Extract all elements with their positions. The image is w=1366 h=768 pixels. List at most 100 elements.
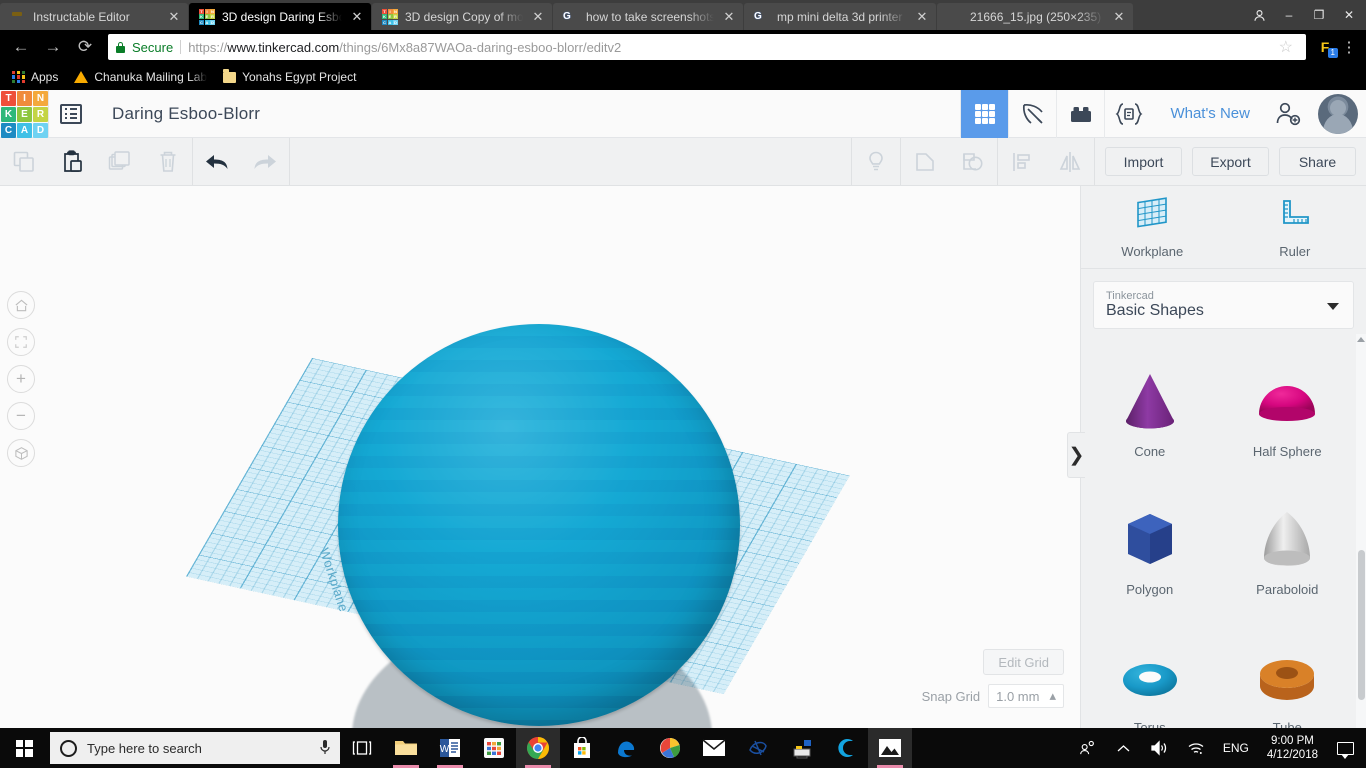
browser-tab[interactable]: how to take screenshots ✕ [553,3,743,30]
cura-icon[interactable] [824,728,868,768]
maximize-button[interactable]: ❐ [1304,2,1334,28]
lightbulb-icon[interactable] [852,138,900,185]
minimize-button[interactable]: – [1274,2,1304,28]
export-button[interactable]: Export [1192,147,1269,176]
bookmark-item[interactable]: Chanuka Mailing Lab [68,68,213,86]
3d-viewport[interactable]: Workplane + − Edit Grid Snap Grid 1.0 mm… [0,186,1080,728]
undo-icon[interactable] [193,138,241,185]
printer-icon[interactable] [780,728,824,768]
home-view-icon[interactable] [7,291,35,319]
drive-icon [74,71,89,83]
address-bar[interactable]: Secure https://www.tinkercad.com/things/… [108,34,1306,60]
brick-icon[interactable] [1056,89,1104,138]
word-icon[interactable]: W [428,728,472,768]
tab-close-icon[interactable]: ✕ [721,9,737,25]
zoom-in-icon[interactable]: + [7,365,35,393]
tinkercad-logo[interactable]: T I N K E R C A D [0,90,48,138]
browser-tab[interactable]: 21666_15.jpg (250×235) ✕ [937,3,1133,30]
edge-icon[interactable] [604,728,648,768]
clock[interactable]: 9:00 PM 4/12/2018 [1259,734,1326,762]
solid-shape-icon[interactable] [901,138,949,185]
shape-item-paraboloid[interactable]: Paraboloid [1219,486,1357,624]
large-sphere[interactable] [338,324,740,726]
mail-icon[interactable] [692,728,736,768]
start-button[interactable] [0,728,48,768]
import-button[interactable]: Import [1105,147,1182,176]
browser-tab[interactable]: Instructable Editor ✕ [0,3,188,30]
browser-toolbar: ← → ⟳ Secure https://www.tinkercad.com/t… [0,30,1366,64]
delete-icon[interactable] [144,138,192,185]
tab-title: mp mini delta 3d printer [777,9,903,24]
volume-icon[interactable] [1143,728,1177,768]
edit-grid-button[interactable]: Edit Grid [983,649,1064,675]
action-center-icon[interactable] [1328,728,1362,768]
tab-close-icon[interactable]: ✕ [349,9,365,25]
microphone-icon[interactable] [318,739,332,758]
extension-icon[interactable]: F 1 [1314,35,1338,59]
project-menu-button[interactable] [48,89,92,138]
bookmark-item[interactable]: Yonahs Egypt Project [217,68,362,86]
browser-tab[interactable]: mp mini delta 3d printer ✕ [744,3,936,30]
blocks-grid-icon[interactable] [960,89,1009,138]
chrome-menu-icon[interactable]: ⋮ [1338,38,1360,56]
language-indicator[interactable]: ENG [1215,741,1257,755]
picasa-icon[interactable] [648,728,692,768]
avatar[interactable] [1318,93,1358,134]
people-icon[interactable] [1071,728,1105,768]
taskbar-search[interactable]: Type here to search [50,732,340,764]
calculator-icon[interactable] [472,728,516,768]
ruler-tool[interactable]: Ruler [1224,186,1366,268]
tab-close-icon[interactable]: ✕ [1111,9,1127,25]
close-button[interactable]: ✕ [1334,2,1364,28]
ortho-perspective-icon[interactable] [7,439,35,467]
blender-icon[interactable] [736,728,780,768]
tab-close-icon[interactable]: ✕ [166,9,182,25]
whats-new-link[interactable]: What's New [1152,105,1264,122]
snap-grid-select[interactable]: 1.0 mm ▴ [988,684,1064,708]
chrome-icon[interactable] [516,728,560,768]
workplane-tool[interactable]: Workplane [1081,186,1224,268]
reload-button[interactable]: ⟳ [70,33,100,61]
duplicate-icon[interactable] [96,138,144,185]
add-user-icon[interactable] [1264,90,1312,138]
mirror-icon[interactable] [1046,138,1094,185]
shape-item-half-sphere[interactable]: Half Sphere [1219,348,1357,486]
clock-time: 9:00 PM [1271,735,1314,747]
fit-view-icon[interactable] [7,328,35,356]
share-button[interactable]: Share [1279,147,1356,176]
paste-icon[interactable] [48,138,96,185]
photos-icon[interactable] [868,728,912,768]
file-explorer-icon[interactable] [384,728,428,768]
shape-library-select[interactable]: Tinkercad Basic Shapes [1093,281,1354,329]
tab-close-icon[interactable]: ✕ [530,9,546,25]
bookmark-apps[interactable]: Apps [6,68,64,86]
task-view-icon[interactable] [340,728,384,768]
scrollbar-thumb[interactable] [1358,550,1365,700]
wifi-icon[interactable] [1179,728,1213,768]
shape-item-torus[interactable]: Torus [1081,624,1219,728]
zoom-out-icon[interactable]: − [7,402,35,430]
tab-close-icon[interactable]: ✕ [914,9,930,25]
url-path: /things/6Mx8a87WAOa-daring-esboo-blorr/e… [339,39,622,55]
microsoft-store-icon[interactable] [560,728,604,768]
account-icon[interactable] [1244,2,1274,28]
copy-icon[interactable] [0,138,48,185]
forward-button[interactable]: → [38,33,68,61]
scroll-up-arrow-icon[interactable] [1357,337,1365,342]
browser-tab[interactable]: TIN KER CAD 3D design Copy of moon ✕ [372,3,552,30]
group-shapes-icon[interactable] [949,138,997,185]
panel-scrollbar[interactable] [1356,334,1366,728]
shape-item-polygon[interactable]: Polygon [1081,486,1219,624]
browser-tab-active[interactable]: TIN KER CAD 3D design Daring Esboo- ✕ [189,3,371,30]
url-host: www.tinkercad.com [227,39,340,55]
codeblocks-icon[interactable] [1104,89,1152,138]
panel-collapse-button[interactable]: ❯ [1067,432,1085,478]
redo-icon[interactable] [241,138,289,185]
back-button[interactable]: ← [6,33,36,61]
pickaxe-icon[interactable] [1008,89,1056,138]
bookmark-star-icon[interactable]: ☆ [1274,37,1298,57]
shape-item-tube[interactable]: Tube [1219,624,1357,728]
shape-item-cone[interactable]: Cone [1081,348,1219,486]
chevron-up-icon[interactable] [1107,728,1141,768]
align-icon[interactable] [998,138,1046,185]
